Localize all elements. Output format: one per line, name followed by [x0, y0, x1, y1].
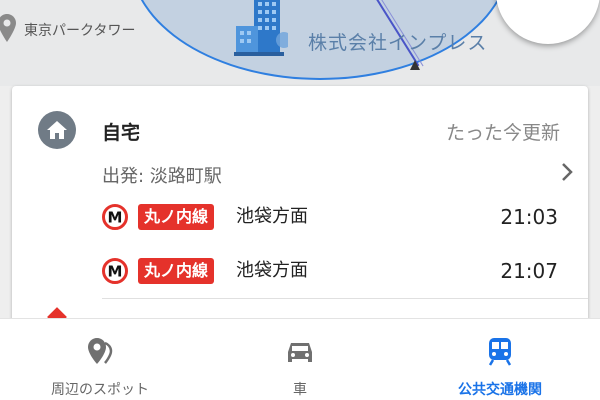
nav-item-car[interactable]: 車 [200, 319, 400, 400]
update-status: たった今更新 [445, 122, 560, 144]
nav-item-nearby[interactable]: 周辺のスポット [0, 319, 200, 400]
svg-text:M: M [108, 209, 123, 227]
direction-text: 池袋方面 [236, 260, 308, 281]
commute-card[interactable]: 自宅 たった今更新 出発: 淡路町駅 M 丸ノ内線 池袋方面 21:03 M 丸… [12, 86, 588, 326]
place-icon [88, 338, 113, 364]
location-button[interactable] [496, 0, 600, 44]
line-badge: 丸ノ内線 [138, 204, 215, 230]
departure-station: 出発: 淡路町駅 [102, 166, 222, 187]
map-label-company: 株式会社インプレス [308, 32, 488, 54]
nav-item-transit[interactable]: 公共交通機関 [400, 319, 600, 400]
svg-text:M: M [108, 263, 123, 281]
building-icon [234, 0, 288, 56]
map-pin-icon [0, 14, 16, 42]
departure-time: 21:07 [500, 259, 558, 283]
nav-label: 周辺のスポット [51, 382, 149, 398]
map-direction-arrow-icon [410, 60, 420, 70]
home-icon [47, 121, 67, 139]
departure-row[interactable]: M 丸ノ内線 池袋方面 21:07 [102, 256, 572, 286]
bottom-navigation: 周辺のスポット 車 公共交通機関 [0, 318, 600, 400]
destination-title: 自宅 [102, 122, 141, 144]
direction-text: 池袋方面 [236, 206, 308, 227]
departure-row[interactable]: M 丸ノ内線 池袋方面 21:03 [102, 202, 572, 232]
line-badge: 丸ノ内線 [138, 258, 215, 284]
map-label-tower: 東京パークタワー [24, 23, 136, 39]
map-view[interactable]: 東京パークタワー 株式会社インプレス [0, 0, 600, 86]
train-icon [488, 338, 512, 366]
nav-label: 車 [293, 382, 307, 398]
departure-time: 21:03 [500, 205, 558, 229]
car-icon [288, 343, 312, 362]
chevron-right-icon[interactable] [560, 162, 574, 182]
tokyo-metro-icon: M [102, 204, 128, 230]
home-badge [38, 111, 76, 149]
tokyo-metro-icon: M [102, 258, 128, 284]
nav-label: 公共交通機関 [458, 382, 542, 398]
divider [102, 298, 588, 299]
